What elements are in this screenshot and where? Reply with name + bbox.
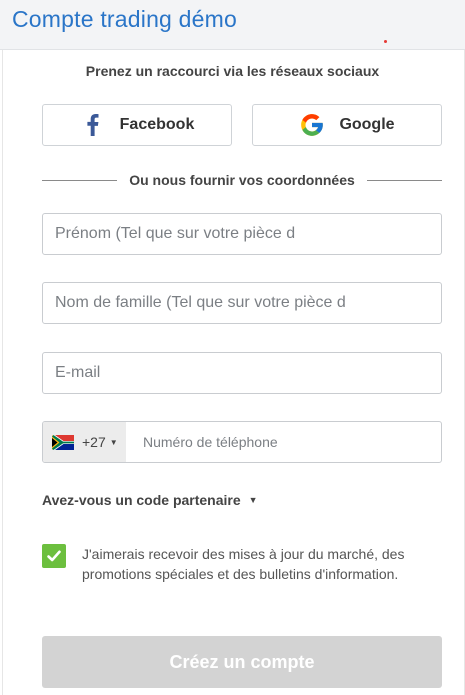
divider-line-left [42,179,118,181]
social-title: Prenez un raccourci via les réseaux soci… [85,63,380,79]
caret-down-icon: ▼ [248,495,258,505]
south-africa-flag-icon [52,434,74,450]
email-input[interactable] [42,352,442,394]
firstname-input[interactable] [42,213,442,255]
country-code-select[interactable]: +27 ▼ [43,422,126,462]
notification-dot [384,40,387,43]
google-icon [299,112,325,138]
phone-field: +27 ▼ [42,421,442,463]
consent-checkbox[interactable] [42,544,66,568]
or-divider: Ou nous fournir vos coordonnées [42,171,443,189]
checkmark-icon [47,550,61,562]
page-header: Compte trading démo [0,0,465,50]
consent-text: J'aimerais recevoir des mises à jour du … [82,546,405,582]
phone-input[interactable] [126,422,441,462]
partner-code-label: Avez-vous un code partenaire [42,492,241,508]
facebook-label: Facebook [119,116,195,133]
google-label: Google [339,116,395,133]
divider-text: Ou nous fournir vos coordonnées [129,172,355,188]
country-code: +27 [82,434,106,450]
facebook-button[interactable]: Facebook [42,104,232,146]
create-account-button[interactable]: Créez un compte [42,636,442,688]
marketing-consent: J'aimerais recevoir des mises à jour du … [42,544,442,584]
facebook-icon [80,112,106,138]
partner-code-toggle[interactable]: Avez-vous un code partenaire ▼ [42,492,258,508]
page-title: Compte trading démo [12,6,237,32]
chevron-down-icon: ▼ [109,437,118,447]
google-button[interactable]: Google [252,104,442,146]
lastname-input[interactable] [42,282,442,324]
divider-line-right [366,179,443,181]
